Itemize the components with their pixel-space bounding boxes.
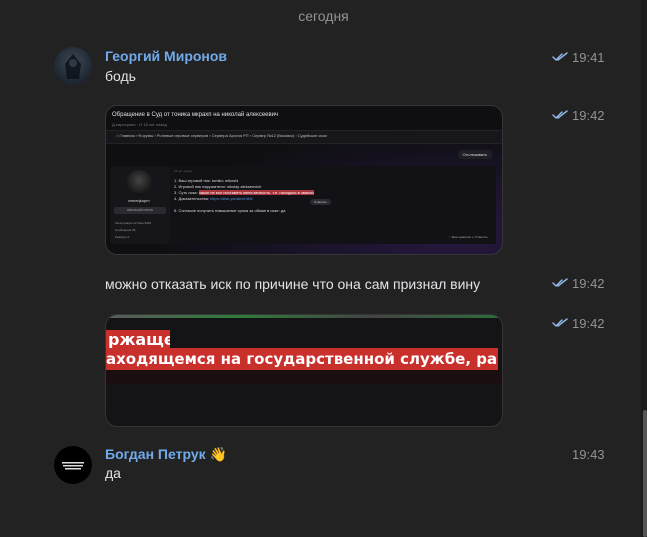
time-label: 19:42	[572, 275, 605, 291]
time-label: 19:42	[572, 107, 605, 123]
image-dark-area	[106, 370, 502, 384]
avatar[interactable]	[54, 47, 92, 85]
message-text: бодь	[105, 68, 136, 84]
message-text: да	[105, 465, 121, 481]
author-name[interactable]: Георгий Миронов	[105, 48, 227, 64]
screenshot-title: Обращение в Суд от тоника мкрахп на нико…	[112, 112, 279, 118]
user-avatar-icon	[65, 54, 81, 79]
screenshot-follow-button: Отслеживать	[457, 150, 492, 159]
avatar[interactable]	[54, 446, 92, 484]
read-check-icon	[552, 52, 568, 61]
attached-image-forum[interactable]: Обращение в Суд от тоника мкрахп на нико…	[105, 105, 503, 255]
date-separator: сегодня	[298, 8, 349, 24]
screenshot-avatar	[126, 170, 152, 196]
screenshot-post-date: 15 окт лазад	[174, 169, 192, 173]
text-avatar-icon	[62, 462, 84, 470]
message-time: 19:43	[572, 445, 624, 463]
screenshot-user-stats: Регистрация 12 Июн 2020 Сообщения 96 Реа…	[115, 221, 152, 239]
time-label: 19:43	[572, 446, 605, 462]
message-time: 19:41	[552, 48, 605, 66]
author-name[interactable]: Богдан Петрук 👋	[105, 446, 227, 463]
screenshot-reply-chip: Ответить	[310, 199, 331, 205]
zoom-text-line-2: аходящемся на государственной службе, ра…	[106, 348, 498, 370]
zoom-text-line-1: ржащего	[106, 330, 170, 350]
message-time: 19:42	[552, 314, 605, 332]
message-time: 19:42	[552, 274, 605, 292]
screenshot-user-name: zvmeqkupm	[128, 198, 150, 203]
message-text: можно отказать иск по причине что она са…	[105, 276, 481, 292]
screenshot-meta: Д.еарсериоп · О 16 окт лазад	[112, 122, 167, 127]
read-check-icon	[552, 318, 568, 327]
image-top-strip	[106, 315, 502, 318]
scrollbar-thumb[interactable]	[643, 410, 647, 537]
screenshot-footer-actions: ♡ Мне нравится ↩ Ответить	[448, 235, 488, 239]
screenshot-user-role: ОБЫЧНЫЙ ИГРОК	[114, 207, 166, 214]
read-check-icon	[552, 278, 568, 287]
screenshot-post-lines: 1. Ваш игровой ник: tomiko mikoshi 2. Иг…	[174, 178, 314, 213]
attached-image-zoom[interactable]: ржащего аходящемся на государственной сл…	[105, 314, 503, 427]
waving-hand-icon: 👋	[209, 446, 227, 462]
time-label: 19:42	[572, 315, 605, 331]
time-label: 19:41	[572, 49, 605, 65]
message-time: 19:42	[552, 106, 605, 124]
screenshot-breadcrumbs: ⌂ Главная › Форумы › Ролевые игровые сер…	[116, 133, 327, 138]
read-check-icon	[552, 110, 568, 119]
